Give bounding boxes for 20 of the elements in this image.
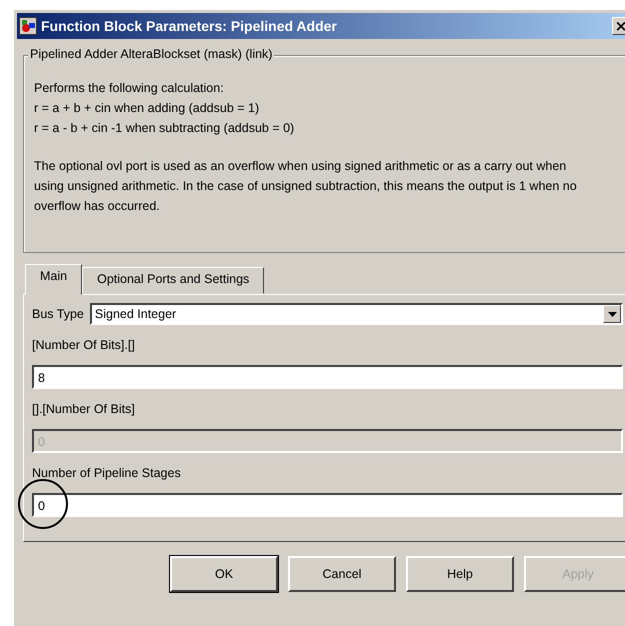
group-title: Pipelined Adder AlteraBlockset (mask) (link) (28, 47, 274, 61)
field-label: Bus Type (32, 306, 84, 322)
tab[interactable]: Optional Ports and Settings (82, 267, 264, 294)
tab[interactable]: Main (25, 264, 82, 295)
dropdown[interactable]: Signed Integer (90, 303, 623, 325)
input-field[interactable]: 8 (32, 365, 623, 389)
dialog-button[interactable]: Help (406, 556, 514, 592)
description-line: Performs the following calculation: (34, 80, 225, 97)
description-line: r = a - b + cin -1 when subtracting (addsub = 0) (34, 120, 296, 137)
description-paragraph: The optional ovl port is used as an overflow when using signed arithmetic or as a carry out when using unsigned arithmetic. In the case of unsigned subtraction, this means the output is 1 when no overflow has occurred. (34, 158, 578, 215)
field-label: [Number Of Bits].[] (32, 337, 136, 353)
block-diagram-icon (19, 17, 37, 35)
field-label: [].[Number Of Bits] (32, 401, 136, 417)
dialog-button[interactable]: OK (170, 556, 278, 592)
field-label: Number of Pipeline Stages (32, 465, 182, 481)
window-title: Function Block Parameters: Pipelined Adder (41, 18, 338, 34)
input-field[interactable]: 0 (32, 493, 623, 517)
dialog-button[interactable]: Cancel (288, 556, 396, 592)
close-button[interactable]: × (612, 17, 625, 35)
description-line: r = a + b + cin when adding (addsub = 1) (34, 100, 260, 117)
